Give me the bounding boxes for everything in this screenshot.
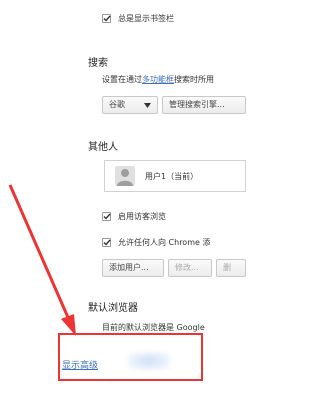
guest-browsing-checkbox[interactable] xyxy=(102,212,111,221)
omnibox-link[interactable]: 多功能框 xyxy=(142,75,174,84)
default-browser-description: 目前的默认浏览器是 Google xyxy=(102,323,205,332)
search-section-title: 搜索 xyxy=(88,58,108,69)
check-icon xyxy=(103,239,111,246)
people-section-title: 其他人 xyxy=(88,142,118,153)
avatar xyxy=(115,166,135,186)
allow-add-person-checkbox[interactable] xyxy=(102,238,111,247)
default-browser-title: 默认浏览器 xyxy=(88,303,138,314)
search-description: 设置在通过多功能框搜索时所用 xyxy=(102,74,214,85)
bookmark-bar-label: 总是显示书签栏 xyxy=(118,14,174,23)
search-engine-select[interactable]: 谷歌 xyxy=(102,96,158,114)
search-engine-value: 谷歌 xyxy=(109,100,125,109)
add-user-button[interactable]: 添加用户... xyxy=(102,259,164,277)
check-icon xyxy=(103,213,111,220)
edit-user-button[interactable]: 修改... xyxy=(168,259,212,277)
bookmark-bar-checkbox[interactable] xyxy=(102,14,111,23)
profile-list[interactable]: 用户1（当前） xyxy=(104,160,246,192)
user-silhouette-icon xyxy=(117,169,133,186)
profile-name: 用户1（当前） xyxy=(145,172,199,181)
search-description-prefix: 设置在通过 xyxy=(102,75,142,84)
triangle-down-icon xyxy=(144,103,151,108)
blur-patch xyxy=(128,352,170,370)
check-icon xyxy=(103,15,111,22)
manage-search-engines-button[interactable]: 管理搜索引擎... xyxy=(162,96,246,114)
guest-browsing-label: 启用访客浏览 xyxy=(118,212,166,221)
delete-user-button[interactable]: 删 xyxy=(216,259,246,277)
show-advanced-settings-link[interactable]: 显示高级 xyxy=(62,358,98,371)
search-description-suffix: 搜索时所用 xyxy=(174,75,214,84)
allow-add-person-label: 允许任何人向 Chrome 添 xyxy=(118,238,211,247)
